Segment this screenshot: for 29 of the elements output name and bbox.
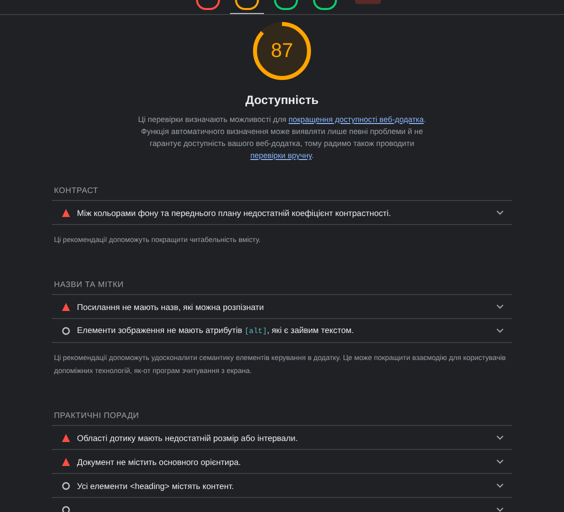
audit-title: Документ не містить основного орієнтира. [77,456,242,466]
section-heading: КОНТРАСТ [52,182,512,201]
chevron-icon [496,506,504,512]
audit-title: Області дотику мають недостатній розмір або інтервали. [77,432,299,442]
warning-triangle-icon [62,458,70,466]
audit-title: Між кольорами фону та переднього плану недостатній коефіцієнт контрастності. [77,208,392,218]
audit-row[interactable]: Області дотику мають недостатній розмір або інтервали. [52,426,512,450]
chevron-icon [496,304,504,310]
chevron-icon [496,434,504,440]
circle-icon [62,482,70,490]
score-tab[interactable] [230,0,264,14]
audit-title: Усі елементи <heading> містять контент. [77,480,235,490]
chevron-icon [496,482,504,488]
chevron-icon [496,458,504,464]
chevron-icon [496,210,504,216]
category-title: Доступність [245,93,319,107]
audit-title: Посилання не мають назв, які можна розпізнати [77,302,265,312]
audit-row[interactable]: Посилання не мають назв, які можна розпізнати [52,295,512,319]
warning-triangle-icon [62,302,70,310]
audit-row[interactable]: Документ не містить основного орієнтира. [52,450,512,474]
score-value: 87 [270,38,294,64]
section-heading: ПРАКТИЧНІ ПОРАДИ [52,407,512,426]
chevron-icon [496,328,504,334]
audit-row[interactable]: Усі елементи <heading> містять контент. [52,474,512,498]
circle-icon [62,326,70,334]
warning-triangle-icon [62,434,70,442]
section-heading: НАЗВИ ТА МІТКИ [52,276,512,295]
warning-triangle-icon [62,208,70,216]
audit-row[interactable]: Між кольорами фону та переднього плану недостатній коефіцієнт контрастності. [52,201,512,225]
